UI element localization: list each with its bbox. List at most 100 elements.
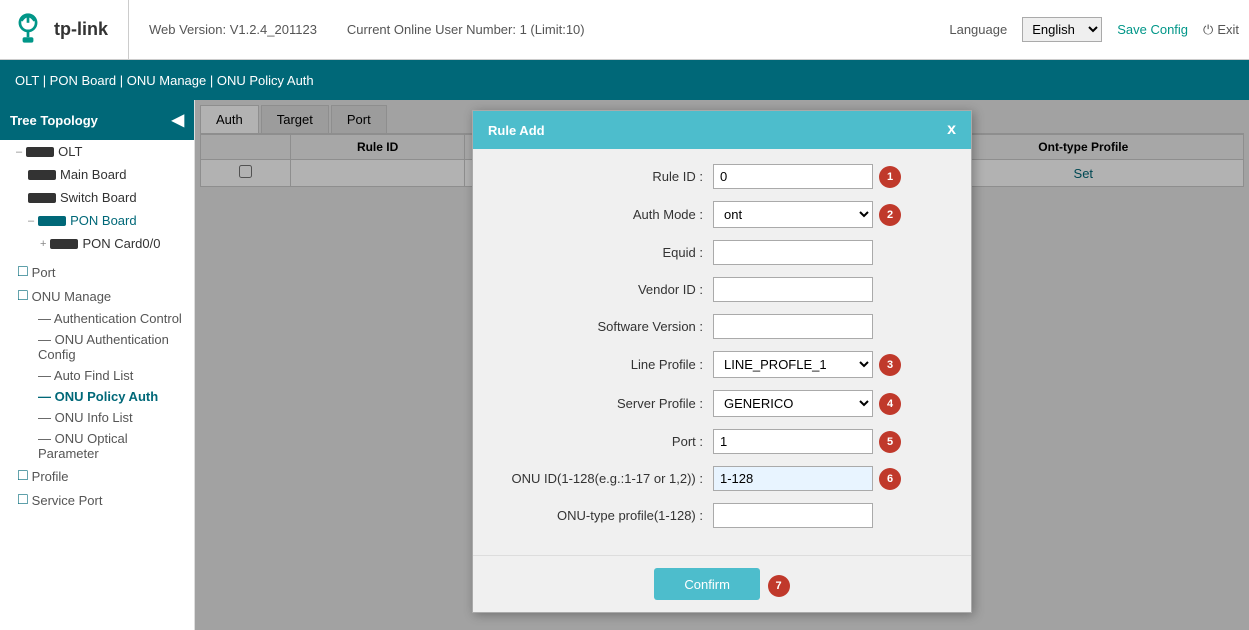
sidebar-item-main-board[interactable]: Main Board bbox=[0, 163, 194, 186]
rule-add-modal: Rule Add x Rule ID : 1 Auth Mode : bbox=[472, 110, 972, 613]
port-row: Port : 5 bbox=[493, 429, 951, 454]
sidebar-item-pon-board[interactable]: – PON Board bbox=[0, 209, 194, 232]
logo-area: tp-link bbox=[10, 0, 129, 59]
sidebar-item-switch-board[interactable]: Switch Board bbox=[0, 186, 194, 209]
modal-close-button[interactable]: x bbox=[947, 121, 956, 139]
sidebar-item-authentication-control[interactable]: — Authentication Control bbox=[18, 308, 194, 329]
step-badge-4: 4 bbox=[879, 393, 901, 415]
sidebar-item-onu-auth-config[interactable]: — ONU Authentication Config bbox=[18, 329, 194, 365]
switch-board-device-icon bbox=[28, 193, 56, 203]
modal-header: Rule Add x bbox=[473, 111, 971, 149]
authentication-control-label: Authentication Control bbox=[54, 311, 182, 326]
sidebar-item-onu-info-list[interactable]: — ONU Info List bbox=[18, 407, 194, 428]
olt-device-icon bbox=[26, 147, 54, 157]
tree-topology-title: Tree Topology bbox=[10, 113, 98, 128]
dash-icon-1: — bbox=[38, 311, 51, 326]
rule-id-input[interactable] bbox=[713, 164, 873, 189]
sidebar-item-onu-optical-param[interactable]: — ONU Optical Parameter bbox=[18, 428, 194, 464]
port-label: Port bbox=[32, 265, 56, 280]
rule-id-label: Rule ID : bbox=[493, 169, 713, 184]
server-profile-label: Server Profile : bbox=[493, 396, 713, 411]
onu-id-row: ONU ID(1-128(e.g.:1-17 or 1,2)) : 6 bbox=[493, 466, 951, 491]
header: tp-link Web Version: V1.2.4_201123 Curre… bbox=[0, 0, 1249, 60]
equid-row: Equid : bbox=[493, 240, 951, 265]
breadcrumb-path: OLT | PON Board | ONU Manage | ONU Polic… bbox=[15, 73, 314, 88]
exit-button[interactable]: ⏻ Exit bbox=[1203, 22, 1239, 38]
tp-link-logo-icon bbox=[10, 12, 46, 48]
line-profile-label: Line Profile : bbox=[493, 357, 713, 372]
sidebar-item-service-port[interactable]: □ Service Port bbox=[18, 488, 194, 512]
tree-topology-header: Tree Topology ◀ bbox=[0, 100, 194, 140]
software-version-label: Software Version : bbox=[493, 319, 713, 334]
modal-footer: Confirm 7 bbox=[473, 555, 971, 612]
header-info: Web Version: V1.2.4_201123 Current Onlin… bbox=[129, 22, 949, 37]
sidebar-item-onu-policy-auth[interactable]: — ONU Policy Auth bbox=[18, 386, 194, 407]
main-layout: Tree Topology ◀ – OLT Main Board Switch … bbox=[0, 100, 1249, 630]
olt-label: OLT bbox=[58, 144, 82, 159]
main-board-label: Main Board bbox=[60, 167, 126, 182]
header-right: Language English Chinese Save Config ⏻ E… bbox=[949, 17, 1239, 42]
logo-text: tp-link bbox=[54, 19, 108, 40]
auth-mode-label: Auth Mode : bbox=[493, 207, 713, 222]
rule-id-row: Rule ID : 1 bbox=[493, 164, 951, 189]
equid-input[interactable] bbox=[713, 240, 873, 265]
sidebar-item-auto-find[interactable]: — Auto Find List bbox=[18, 365, 194, 386]
service-port-label: Service Port bbox=[32, 493, 103, 508]
pon-board-device-icon bbox=[38, 216, 66, 226]
switch-board-label: Switch Board bbox=[60, 190, 137, 205]
onu-auth-config-label: ONU Authentication Config bbox=[38, 332, 169, 362]
sidebar-item-onu-manage[interactable]: □ ONU Manage bbox=[18, 284, 194, 308]
dash-icon-6: — bbox=[38, 431, 51, 446]
vendor-id-label: Vendor ID : bbox=[493, 282, 713, 297]
profile-label: Profile bbox=[32, 469, 69, 484]
modal-body: Rule ID : 1 Auth Mode : ont mac password… bbox=[473, 149, 971, 555]
step-badge-1: 1 bbox=[879, 166, 901, 188]
vendor-id-row: Vendor ID : bbox=[493, 277, 951, 302]
online-user-label: Current Online User Number: 1 (Limit:10) bbox=[347, 22, 585, 37]
step-badge-3: 3 bbox=[879, 354, 901, 376]
line-profile-row: Line Profile : LINE_PROFLE_1 LINE_PROFLE… bbox=[493, 351, 951, 378]
equid-label: Equid : bbox=[493, 245, 713, 260]
collapse-sidebar-button[interactable]: ◀ bbox=[172, 110, 184, 130]
sidebar-item-profile[interactable]: □ Profile bbox=[18, 464, 194, 488]
sidebar-item-olt[interactable]: – OLT bbox=[0, 140, 194, 163]
server-profile-row: Server Profile : GENERICO DEFAULT 4 bbox=[493, 390, 951, 417]
onu-type-profile-row: ONU-type profile(1-128) : bbox=[493, 503, 951, 528]
onu-id-input[interactable] bbox=[713, 466, 873, 491]
content-area: Auth Target Port Rule ID le Port ID ONU … bbox=[195, 100, 1249, 630]
onu-manage-label: ONU Manage bbox=[32, 289, 111, 304]
language-select[interactable]: English Chinese bbox=[1022, 17, 1102, 42]
modal-overlay: Rule Add x Rule ID : 1 Auth Mode : bbox=[195, 100, 1249, 630]
vendor-id-input[interactable] bbox=[713, 277, 873, 302]
step-badge-7: 7 bbox=[768, 575, 790, 597]
onu-policy-auth-label: ONU Policy Auth bbox=[55, 389, 159, 404]
onu-type-profile-input[interactable] bbox=[713, 503, 873, 528]
plus-icon-profile: □ bbox=[18, 467, 28, 485]
auth-mode-select[interactable]: ont mac password hybrid-mac hybrid-ont bbox=[713, 201, 873, 228]
plus-icon-port: □ bbox=[18, 263, 28, 281]
web-version-label: Web Version: V1.2.4_201123 bbox=[149, 22, 317, 37]
save-config-button[interactable]: Save Config bbox=[1117, 22, 1188, 37]
auth-mode-row: Auth Mode : ont mac password hybrid-mac … bbox=[493, 201, 951, 228]
server-profile-select[interactable]: GENERICO DEFAULT bbox=[713, 390, 873, 417]
sidebar-item-pon-card[interactable]: + PON Card0/0 bbox=[0, 232, 194, 255]
dash-icon-5: — bbox=[38, 410, 51, 425]
onu-info-list-label: ONU Info List bbox=[55, 410, 133, 425]
software-version-input[interactable] bbox=[713, 314, 873, 339]
dash-icon-2: — bbox=[38, 332, 51, 347]
onu-id-label: ONU ID(1-128(e.g.:1-17 or 1,2)) : bbox=[493, 471, 713, 486]
sidebar: Tree Topology ◀ – OLT Main Board Switch … bbox=[0, 100, 195, 630]
breadcrumb: OLT | PON Board | ONU Manage | ONU Polic… bbox=[0, 60, 1249, 100]
pon-card-label: PON Card0/0 bbox=[82, 236, 160, 251]
software-version-row: Software Version : bbox=[493, 314, 951, 339]
onu-type-profile-label: ONU-type profile(1-128) : bbox=[493, 508, 713, 523]
port-input[interactable] bbox=[713, 429, 873, 454]
pon-card-expand-icon: + bbox=[40, 238, 46, 250]
confirm-label: Confirm bbox=[684, 577, 730, 592]
main-board-device-icon bbox=[28, 170, 56, 180]
confirm-button[interactable]: Confirm bbox=[654, 568, 760, 600]
modal-title: Rule Add bbox=[488, 123, 545, 138]
pon-expand-icon: – bbox=[28, 215, 34, 227]
sidebar-item-port[interactable]: □ Port bbox=[18, 260, 194, 284]
line-profile-select[interactable]: LINE_PROFLE_1 LINE_PROFLE_2 bbox=[713, 351, 873, 378]
